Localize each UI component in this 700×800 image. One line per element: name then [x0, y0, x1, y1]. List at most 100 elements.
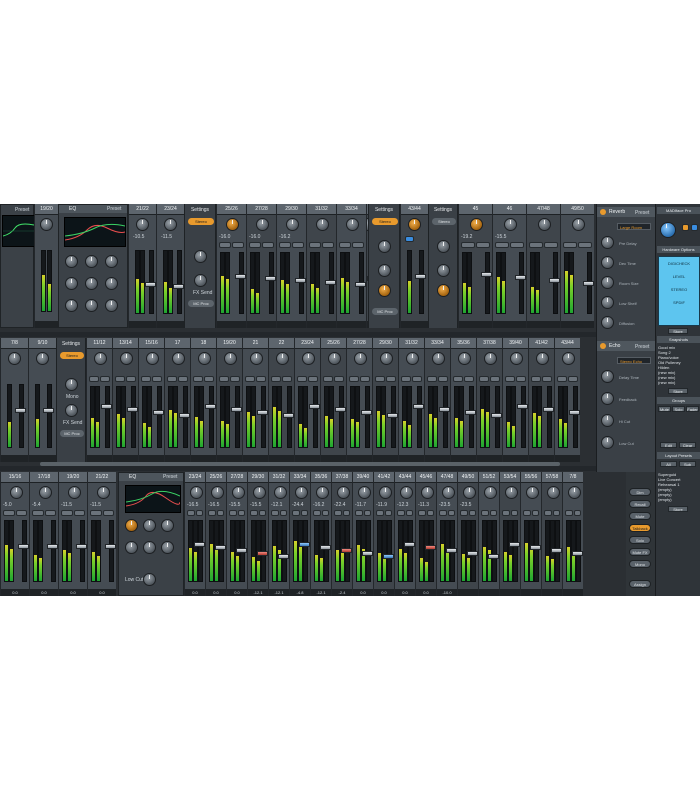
- groups-header[interactable]: Groups: [657, 397, 700, 404]
- solo-button[interactable]: [195, 510, 203, 516]
- fader-handle[interactable]: [278, 554, 289, 559]
- solo-button[interactable]: [300, 510, 308, 516]
- fader-handle[interactable]: [362, 551, 373, 556]
- mute-button[interactable]: [523, 510, 531, 516]
- layout-presets-header[interactable]: Layout Presets: [657, 452, 700, 459]
- all-button[interactable]: All: [660, 461, 677, 467]
- fader-handle[interactable]: [439, 407, 450, 412]
- fader[interactable]: [209, 386, 214, 448]
- solo-button[interactable]: [321, 510, 329, 516]
- gain-knob[interactable]: [562, 352, 575, 365]
- channel-name[interactable]: 11/12: [87, 338, 112, 349]
- mute-button[interactable]: [219, 242, 231, 248]
- mute-button[interactable]: [292, 510, 300, 516]
- solo-button[interactable]: [438, 376, 448, 382]
- fader-handle[interactable]: [205, 404, 216, 409]
- solo-button[interactable]: [262, 242, 274, 248]
- mute-button[interactable]: [313, 510, 321, 516]
- pre-delay-knob[interactable]: [601, 236, 614, 249]
- fader[interactable]: [443, 386, 448, 448]
- channel-name[interactable]: 43/44: [395, 472, 415, 483]
- solo-button[interactable]: [363, 510, 371, 516]
- channel-name[interactable]: 33/34: [425, 338, 450, 349]
- gain-knob[interactable]: [458, 352, 471, 365]
- mute-button[interactable]: [505, 376, 515, 382]
- low-cut-knob[interactable]: [143, 573, 156, 586]
- fader[interactable]: [573, 386, 578, 448]
- mute-button[interactable]: [375, 376, 385, 382]
- channel-name[interactable]: 21/22: [88, 472, 116, 483]
- solo-button[interactable]: [126, 376, 136, 382]
- fader[interactable]: [269, 252, 274, 314]
- fader[interactable]: [387, 520, 392, 582]
- fader-handle[interactable]: [145, 282, 156, 287]
- fader[interactable]: [51, 520, 56, 582]
- width-knob[interactable]: [437, 240, 450, 253]
- mute-button[interactable]: [531, 376, 541, 382]
- gain-knob[interactable]: [380, 352, 393, 365]
- channel-name[interactable]: 19/20: [217, 338, 242, 349]
- solo-button[interactable]: [360, 376, 370, 382]
- mute-button[interactable]: [557, 376, 567, 382]
- layout-preset-item[interactable]: (empty): [658, 497, 699, 502]
- fader-handle[interactable]: [179, 413, 190, 418]
- decay-time-knob[interactable]: [601, 256, 614, 269]
- fader-handle[interactable]: [194, 542, 205, 547]
- sub-button[interactable]: Sub: [679, 461, 696, 467]
- fader[interactable]: [219, 520, 224, 582]
- preset-label[interactable]: Preset: [107, 206, 121, 212]
- solo-button[interactable]: [15, 510, 27, 516]
- solo-button[interactable]: [342, 510, 350, 516]
- channel-name[interactable]: 15/16: [1, 472, 29, 483]
- solo-button[interactable]: [489, 510, 497, 516]
- mute-button[interactable]: [323, 376, 333, 382]
- mute-button[interactable]: [461, 242, 475, 248]
- solo-button[interactable]: [44, 510, 56, 516]
- fader[interactable]: [80, 520, 85, 582]
- low-shelf-knob[interactable]: [601, 296, 614, 309]
- gain-knob[interactable]: [286, 218, 299, 231]
- eq-freq-knob[interactable]: [125, 541, 138, 554]
- solo-button[interactable]: [102, 510, 114, 516]
- preset-label[interactable]: Preset: [15, 207, 29, 213]
- mute-button[interactable]: [208, 510, 216, 516]
- gain-knob[interactable]: [295, 486, 308, 499]
- mute-button[interactable]: [271, 510, 279, 516]
- channel-name[interactable]: 45: [459, 204, 492, 215]
- channel-name[interactable]: 23/24: [295, 338, 320, 349]
- eq-gain-knob[interactable]: [85, 255, 98, 268]
- fader[interactable]: [303, 520, 308, 582]
- mute-button[interactable]: [89, 376, 99, 382]
- mute-button[interactable]: [479, 376, 489, 382]
- mute-button[interactable]: [193, 376, 203, 382]
- main-volume-knob[interactable]: [660, 222, 676, 238]
- fader-handle[interactable]: [467, 551, 478, 556]
- fader-handle[interactable]: [283, 413, 294, 418]
- solo-button[interactable]: [510, 242, 524, 248]
- channel-name[interactable]: 33/34: [337, 204, 366, 215]
- fader[interactable]: [105, 386, 110, 448]
- mute-button[interactable]: [245, 376, 255, 382]
- fader-handle[interactable]: [15, 408, 26, 413]
- solo-button[interactable]: Solo: [629, 536, 651, 544]
- mute-button[interactable]: [249, 242, 261, 248]
- mute-button[interactable]: [544, 510, 552, 516]
- fader-handle[interactable]: [235, 274, 246, 279]
- echo-type-select[interactable]: Stereo Echo: [617, 357, 651, 364]
- solo-button[interactable]: [412, 376, 422, 382]
- fader[interactable]: [339, 386, 344, 448]
- echo-preset[interactable]: Preset: [635, 344, 649, 350]
- mute-button[interactable]: [219, 376, 229, 382]
- fader-handle[interactable]: [173, 284, 184, 289]
- channel-name[interactable]: 21: [243, 338, 268, 349]
- eq-q-knob[interactable]: [65, 299, 78, 312]
- fader[interactable]: [157, 386, 162, 448]
- fader[interactable]: [324, 520, 329, 582]
- gain-knob[interactable]: [120, 352, 133, 365]
- fader-handle[interactable]: [583, 281, 594, 286]
- room-size-knob[interactable]: [601, 276, 614, 289]
- mute-button[interactable]: [565, 510, 573, 516]
- store-button[interactable]: Store: [668, 506, 688, 512]
- recall-button[interactable]: Recall: [629, 500, 651, 508]
- mute-button[interactable]: [187, 510, 195, 516]
